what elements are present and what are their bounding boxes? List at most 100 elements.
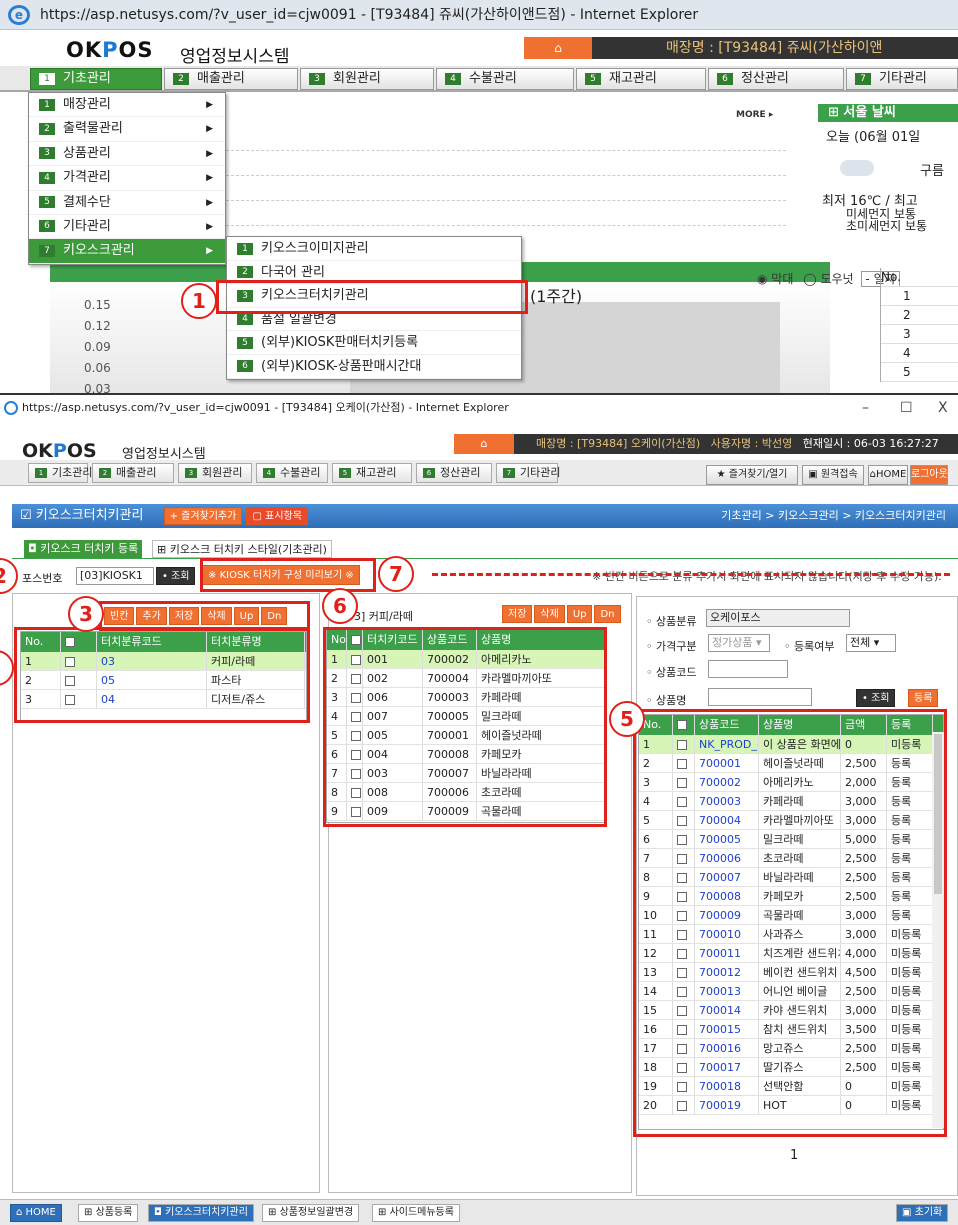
store-info-bar: 매장명 : [T93484] 오케이(가산점) 사용자명 : 박선영 현재일시 …: [514, 434, 958, 454]
menu-3[interactable]: 3 회원관리: [300, 68, 434, 90]
menu-number-icon: 7: [39, 244, 55, 257]
kiosk-touchkey-tab[interactable]: ◘ 키오스크터치키관리: [148, 1204, 254, 1222]
page-title: 키오스크터치키관리: [35, 508, 144, 523]
minimize-button[interactable]: –: [862, 395, 869, 421]
pos-select[interactable]: [03]KIOSK1▾: [76, 567, 154, 585]
menu2-1[interactable]: 1 기초관리: [28, 463, 92, 483]
menu-label: 기타관리: [520, 466, 561, 479]
price-type-select[interactable]: 정가상품 ▾: [708, 634, 770, 652]
annotation-box-7: [200, 558, 376, 592]
menu-number-icon: 6: [423, 468, 435, 478]
menu-7[interactable]: 7 기타관리: [846, 68, 958, 90]
dropdown-item-3[interactable]: 3 상품관리 ▶: [29, 142, 225, 167]
menu-4[interactable]: 4 수불관리: [436, 68, 574, 90]
bar-radio[interactable]: ◉ 막대: [757, 272, 793, 286]
menu-label: 정산관리: [741, 71, 789, 86]
dropdown-item-6[interactable]: 6 기타관리 ▶: [29, 215, 225, 240]
bulk-change-tab[interactable]: ⊞ 상품정보일괄변경: [262, 1204, 360, 1222]
touchkey-up-button[interactable]: Up: [566, 605, 593, 623]
dropdown-item-4[interactable]: 4 가격관리 ▶: [29, 166, 225, 191]
submenu-item-6[interactable]: 6 (외부)KIOSK-상품판매시간대: [227, 355, 521, 379]
weather-date: 오늘 (06월 01일: [826, 130, 921, 145]
product-name-label: ◦ 상품명: [646, 694, 687, 707]
price-type-label: ◦ 가격구분: [646, 640, 697, 653]
touchkey-삭제-button[interactable]: 삭제: [534, 605, 565, 623]
add-favorite-button[interactable]: + 즐겨찾기추가: [163, 506, 243, 525]
logout-button[interactable]: 로그아웃: [910, 465, 948, 485]
cloud-icon: [840, 160, 874, 176]
annotation-box-5: [633, 709, 947, 1137]
menu2-5[interactable]: 5 재고관리: [332, 463, 412, 483]
home-tab[interactable]: ⌂ HOME: [10, 1204, 62, 1222]
menu-number-icon: 6: [39, 220, 55, 233]
touchkey-저장-button[interactable]: 저장: [502, 605, 533, 623]
donut-radio[interactable]: ◯ 도우넛: [803, 272, 853, 286]
okpos-logo[interactable]: OKPOS: [66, 38, 154, 62]
reset-button[interactable]: ▣ 초기화: [896, 1204, 949, 1222]
menu-number-icon: 5: [585, 72, 601, 85]
product-code-input[interactable]: [708, 660, 788, 678]
menu-number-icon: 3: [39, 147, 55, 160]
divider: [226, 150, 786, 151]
browser-title-2: https://asp.netusys.com/?v_user_id=cjw00…: [22, 401, 509, 414]
menu-number-icon: 4: [445, 72, 461, 85]
annotation-badge-1: 1: [181, 283, 217, 319]
remote-access-button[interactable]: ▣ 원격접속: [802, 465, 864, 485]
rank-header: No.: [881, 268, 958, 287]
submenu-label: (외부)KIOSK판매터치키등록: [261, 335, 419, 351]
more-link[interactable]: MORE ▸: [736, 110, 773, 120]
menu-label: 수불관리: [469, 71, 517, 86]
menu2-2[interactable]: 2 매출관리: [92, 463, 174, 483]
display-items-button[interactable]: ▢ 표시항목: [246, 506, 308, 525]
submenu-label: (외부)KIOSK-상품판매시간대: [261, 358, 422, 374]
dropdown-item-7[interactable]: 7 키오스크관리 ▶: [29, 239, 225, 264]
dropdown-item-2[interactable]: 2 출력물관리 ▶: [29, 117, 225, 142]
menu2-3[interactable]: 3 회원관리: [178, 463, 252, 483]
dropdown-item-5[interactable]: 5 결제수단 ▶: [29, 191, 225, 215]
menu-1[interactable]: 1 기초관리: [30, 68, 162, 90]
browser-title-bar: e https://asp.netusys.com/?v_user_id=cjw…: [0, 0, 958, 30]
product-register-tab[interactable]: ⊞ 상품등록: [78, 1204, 139, 1222]
product-name-input[interactable]: [708, 688, 812, 706]
home-icon[interactable]: ⌂: [524, 37, 592, 59]
menu-number-icon: 2: [237, 266, 253, 279]
notice-text: ※ 빈칸 버튼으로 분류 추가시 화면에 표시되지 않습니다(저장 후 수정 가…: [592, 570, 942, 583]
menu-number-icon: 7: [503, 468, 515, 478]
submenu-item-5[interactable]: 5 (외부)KIOSK판매터치키등록: [227, 331, 521, 355]
tab-touchkey-style[interactable]: ⊞ 키오스크 터치키 스타일(기초관리): [152, 540, 332, 558]
pagination-page-1[interactable]: 1: [790, 1148, 798, 1163]
reg-status-select[interactable]: 전체 ▾: [846, 634, 896, 652]
ultra-fine-dust: 초미세먼지 보통: [846, 220, 928, 232]
menu2-7[interactable]: 7 기타관리: [496, 463, 561, 483]
tab-touchkey-register[interactable]: ◘ 키오스크 터치키 등록: [24, 540, 143, 558]
favorites-button[interactable]: ★ 즐겨찾기/열기: [706, 465, 798, 485]
store-name: 매장명 : [T93484] 쥬씨(가산하이앤: [592, 37, 958, 59]
menu-number-icon: 3: [309, 72, 325, 85]
side-menu-tab[interactable]: ⊞ 사이드메뉴등록: [372, 1204, 460, 1222]
y-tick-label: 0.12: [84, 319, 111, 333]
weather-temp: 최저 16℃ / 최고: [822, 194, 918, 209]
fine-dust: 미세먼지 보통: [846, 208, 917, 220]
chevron-right-icon: ▶: [206, 148, 213, 159]
menu-6[interactable]: 6 정산관리: [708, 68, 844, 90]
submenu-item-1[interactable]: 1 키오스크이미지관리: [227, 237, 521, 261]
browser-title-bar-2: https://asp.netusys.com/?v_user_id=cjw00…: [0, 395, 958, 425]
touchkey-dn-button[interactable]: Dn: [594, 605, 621, 623]
okpos-logo-2[interactable]: OKPOS: [22, 440, 97, 462]
product-search-button[interactable]: • 조회: [856, 689, 896, 707]
home-button[interactable]: ⌂HOME: [868, 465, 908, 485]
close-button[interactable]: X: [938, 395, 948, 421]
main-menu-bar: 1 기초관리 2 매출관리 3 회원관리 4 수불관리 5 재고관리 6 정산관리 7 기타관리: [0, 66, 958, 92]
menu-5[interactable]: 5 재고관리: [576, 68, 706, 90]
menu2-4[interactable]: 4 수불관리: [256, 463, 328, 483]
dropdown-label: 기타관리: [63, 218, 111, 234]
dropdown-item-1[interactable]: 1 매장관리 ▶: [29, 93, 225, 118]
product-register-button[interactable]: 등록: [908, 689, 939, 707]
menu-2[interactable]: 2 매출관리: [164, 68, 298, 90]
pos-search-button[interactable]: • 조회: [156, 567, 196, 585]
maximize-button[interactable]: ☐: [900, 395, 913, 421]
menu-number-icon: 4: [263, 468, 275, 478]
menu2-6[interactable]: 6 정산관리: [416, 463, 492, 483]
category-filter-input[interactable]: 오케이포스: [706, 609, 850, 627]
home-icon[interactable]: ⌂: [454, 434, 514, 454]
